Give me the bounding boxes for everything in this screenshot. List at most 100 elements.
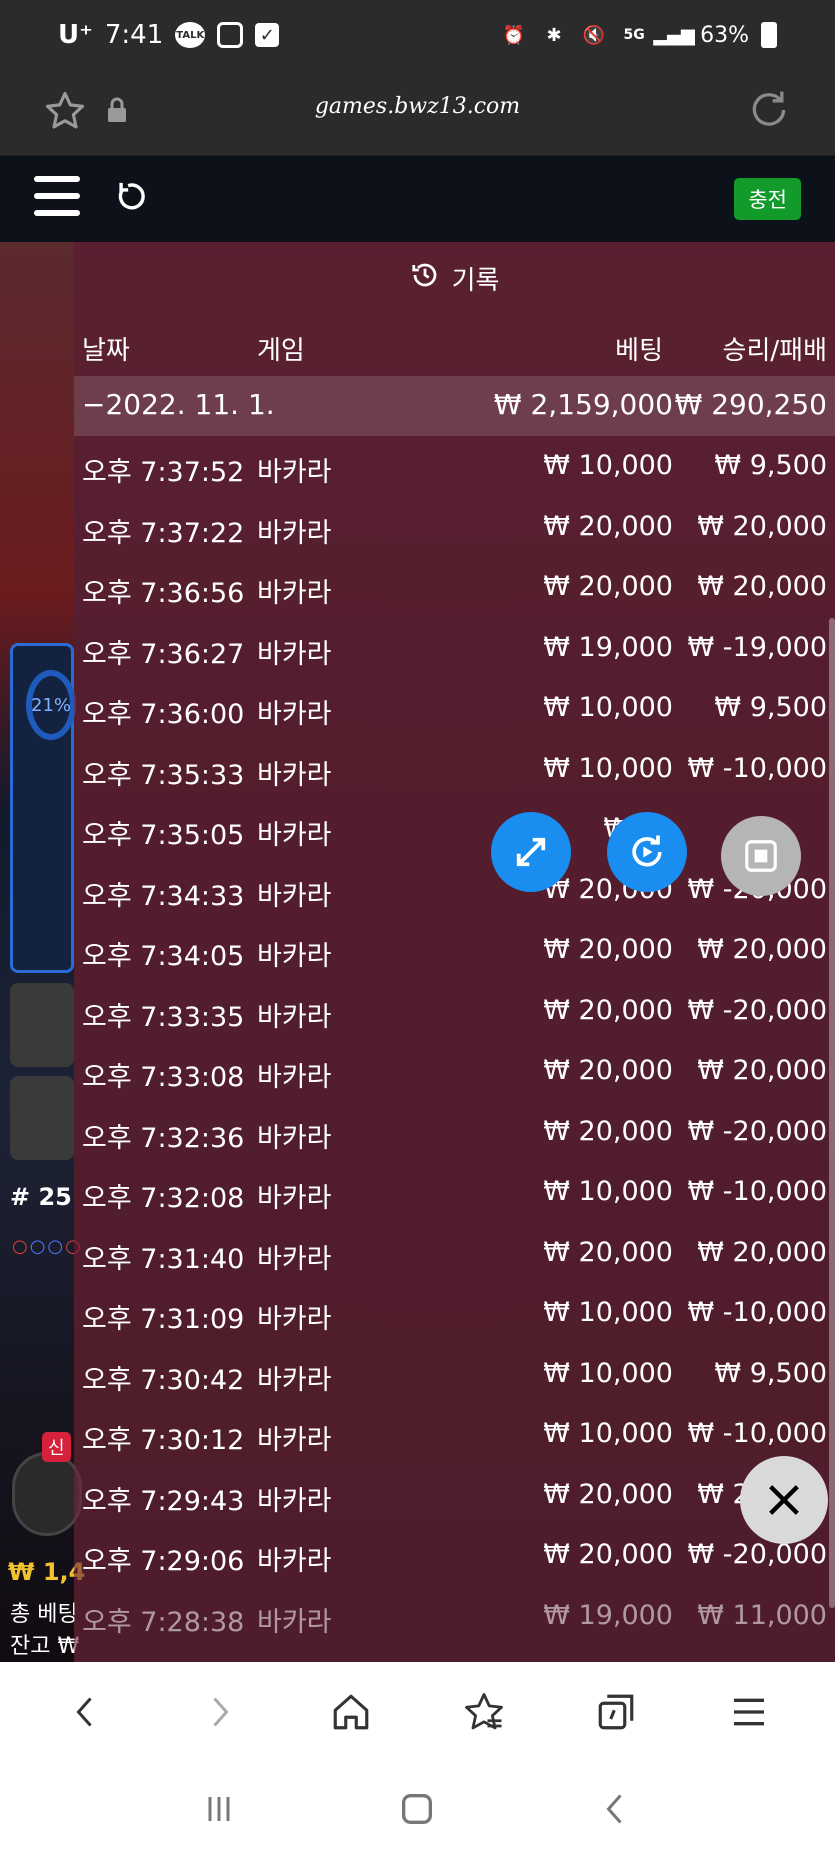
url-text[interactable]: games.bwz13.com bbox=[0, 94, 835, 119]
row-time: 오후 7:30:42 bbox=[82, 1364, 245, 1396]
percent-gauge: 21% bbox=[26, 670, 76, 740]
row-time: 오후 7:36:27 bbox=[82, 638, 245, 670]
row-game: 바카라 bbox=[257, 1425, 332, 1456]
scrollbar[interactable] bbox=[829, 618, 835, 1608]
row-bet: ₩ 10,000 bbox=[543, 692, 673, 723]
row-game: 바카라 bbox=[257, 759, 332, 791]
signal-icon: ▂▄▆ bbox=[653, 24, 695, 46]
history-row[interactable]: 오후 7:30:12 바카라 ₩ 10,000 ₩ -10,000 bbox=[74, 1404, 835, 1465]
history-row[interactable]: 오후 7:29:06 바카라 ₩ 20,000 ₩ -20,000 bbox=[74, 1525, 835, 1586]
bookmarks-icon[interactable] bbox=[454, 1682, 514, 1742]
new-badge: 신 bbox=[42, 1432, 71, 1462]
row-game: 바카라 bbox=[257, 1606, 332, 1638]
back-icon[interactable] bbox=[56, 1682, 116, 1742]
row-time: 오후 7:37:52 bbox=[82, 457, 245, 488]
browser-bottom-nav bbox=[0, 1662, 835, 1762]
row-time: 오후 7:29:43 bbox=[82, 1485, 245, 1517]
row-time: 오후 7:35:33 bbox=[82, 759, 245, 791]
system-back-icon[interactable] bbox=[591, 1784, 641, 1834]
history-row[interactable]: 오후 7:28:38 바카라 ₩ 19,000 ₩ 11,000 bbox=[74, 1586, 835, 1647]
row-game: 바카라 bbox=[257, 1183, 332, 1214]
charge-button[interactable]: 충전 bbox=[734, 178, 801, 220]
history-row[interactable]: 오후 7:32:36 바카라 ₩ 20,000 ₩ -20,000 bbox=[74, 1102, 835, 1163]
row-game: 바카라 bbox=[257, 880, 332, 912]
replay-video-button[interactable] bbox=[607, 812, 687, 892]
row-game: 바카라 bbox=[257, 638, 332, 670]
history-row[interactable]: 오후 7:32:08 바카라 ₩ 10,000 ₩ -10,000 bbox=[74, 1162, 835, 1223]
home-icon[interactable] bbox=[321, 1682, 381, 1742]
history-row[interactable]: 오후 7:34:33바카라₩ 20,000₩ -20,000 bbox=[74, 860, 835, 921]
row-bet: ₩ 19,000 bbox=[543, 1599, 673, 1631]
checkbox-notification-icon: ✓ bbox=[255, 23, 280, 47]
row-game: 바카라 bbox=[257, 1485, 332, 1517]
col-header-date: 날짜 bbox=[82, 336, 130, 366]
fullscreen-button[interactable] bbox=[491, 812, 571, 892]
round-number: # 25 bbox=[10, 1183, 72, 1211]
history-row[interactable]: 오후 7:33:08 바카라 ₩ 20,000 ₩ 20,000 bbox=[74, 1041, 835, 1102]
row-bet: ₩ 20,000 bbox=[543, 571, 673, 602]
row-game: 바카라 bbox=[257, 1122, 332, 1154]
clock: 7:41 bbox=[104, 20, 164, 50]
row-game: 바카라 bbox=[257, 1001, 332, 1033]
network-icon: 5G bbox=[623, 27, 645, 43]
history-title-text: 기록 bbox=[451, 265, 500, 296]
row-game: 바카라 bbox=[257, 517, 332, 549]
history-row[interactable]: 오후 7:29:43바카라₩ 20,000₩ 20,000 bbox=[74, 1465, 835, 1526]
history-row[interactable]: 오후 7:31:09 바카라 ₩ 10,000 ₩ -10,000 bbox=[74, 1283, 835, 1344]
side-button-2[interactable] bbox=[10, 1076, 74, 1160]
history-row[interactable]: 오후 7:31:40 바카라 ₩ 20,000 ₩ 20,000 bbox=[74, 1223, 835, 1284]
row-bet: ₩ 10,000 bbox=[543, 1297, 673, 1328]
history-title: 기록 bbox=[74, 242, 835, 314]
row-bet: ₩ 20,000 bbox=[543, 1539, 673, 1570]
reload-icon[interactable] bbox=[747, 88, 791, 136]
chip-icon[interactable] bbox=[12, 1452, 82, 1536]
refresh-icon[interactable] bbox=[114, 180, 148, 218]
row-time: 오후 7:36:00 bbox=[82, 699, 245, 730]
row-bet: ₩ 20,000 bbox=[543, 934, 673, 965]
battery-icon bbox=[761, 22, 777, 48]
bluetooth-icon: ✱ bbox=[546, 24, 562, 46]
side-button-1[interactable] bbox=[10, 983, 74, 1067]
row-game: 바카라 bbox=[257, 1546, 332, 1577]
row-result: ₩ -20,000 bbox=[687, 1539, 828, 1570]
history-row[interactable]: 오후 7:37:52 바카라 ₩ 10,000 ₩ 9,500 bbox=[74, 436, 835, 497]
row-time: 오후 7:34:33 bbox=[82, 880, 245, 912]
row-time: 오후 7:33:35 bbox=[82, 1001, 245, 1033]
row-result: ₩ 20,000 bbox=[697, 1236, 827, 1268]
history-row[interactable]: 오후 7:30:42 바카라 ₩ 10,000 ₩ 9,500 bbox=[74, 1344, 835, 1405]
row-bet: ₩ 20,000 bbox=[543, 1236, 673, 1268]
row-bet: ₩ 10,000 bbox=[543, 450, 673, 481]
history-row[interactable]: 오후 7:36:00 바카라 ₩ 10,000 ₩ 9,500 bbox=[74, 678, 835, 739]
history-row[interactable]: 오후 7:34:05 바카라 ₩ 20,000 ₩ 20,000 bbox=[74, 920, 835, 981]
row-time: 오후 7:34:05 bbox=[82, 941, 245, 972]
hamburger-menu-icon[interactable] bbox=[34, 176, 80, 216]
close-button[interactable] bbox=[740, 1456, 828, 1544]
row-result: ₩ -20,000 bbox=[687, 994, 828, 1026]
row-bet: ₩ 20,000 bbox=[543, 1478, 673, 1510]
browser-address-bar: games.bwz13.com bbox=[0, 70, 835, 156]
col-header-bet: 베팅 bbox=[615, 336, 663, 366]
stop-button[interactable] bbox=[721, 816, 801, 896]
day-summary-row[interactable]: −2022. 11. 1. ₩ 2,159,000 ₩ 290,250 bbox=[74, 376, 835, 436]
menu-icon[interactable] bbox=[719, 1682, 779, 1742]
history-row[interactable]: 오후 7:35:33 바카라 ₩ 10,000 ₩ -10,000 bbox=[74, 739, 835, 800]
row-time: 오후 7:32:36 bbox=[82, 1122, 245, 1154]
history-row[interactable]: 오후 7:36:56 바카라 ₩ 20,000 ₩ 20,000 bbox=[74, 557, 835, 618]
col-header-result: 승리/패배 bbox=[722, 336, 827, 366]
forward-icon[interactable] bbox=[189, 1682, 249, 1742]
history-row[interactable]: 오후 7:33:35 바카라 ₩ 20,000 ₩ -20,000 bbox=[74, 981, 835, 1042]
tabs-icon[interactable] bbox=[586, 1682, 646, 1742]
row-time: 오후 7:37:22 bbox=[82, 517, 245, 549]
balance-label: 잔고 ₩ bbox=[10, 1634, 80, 1659]
history-row[interactable]: 오후 7:36:27 바카라 ₩ 19,000 ₩ -19,000 bbox=[74, 618, 835, 679]
system-nav-bar bbox=[0, 1762, 835, 1856]
row-game: 바카라 bbox=[257, 1243, 332, 1275]
row-time: 오후 7:36:56 bbox=[82, 578, 245, 609]
row-result: ₩ 9,500 bbox=[714, 1357, 827, 1389]
alarm-icon: ⏰ bbox=[502, 24, 526, 46]
recent-apps-icon[interactable] bbox=[194, 1784, 244, 1834]
history-row[interactable]: 오후 7:37:22 바카라 ₩ 20,000 ₩ 20,000 bbox=[74, 497, 835, 558]
row-result: ₩ -10,000 bbox=[687, 1297, 828, 1328]
mute-icon: 🔇 bbox=[582, 24, 606, 46]
system-home-icon[interactable] bbox=[392, 1784, 442, 1834]
